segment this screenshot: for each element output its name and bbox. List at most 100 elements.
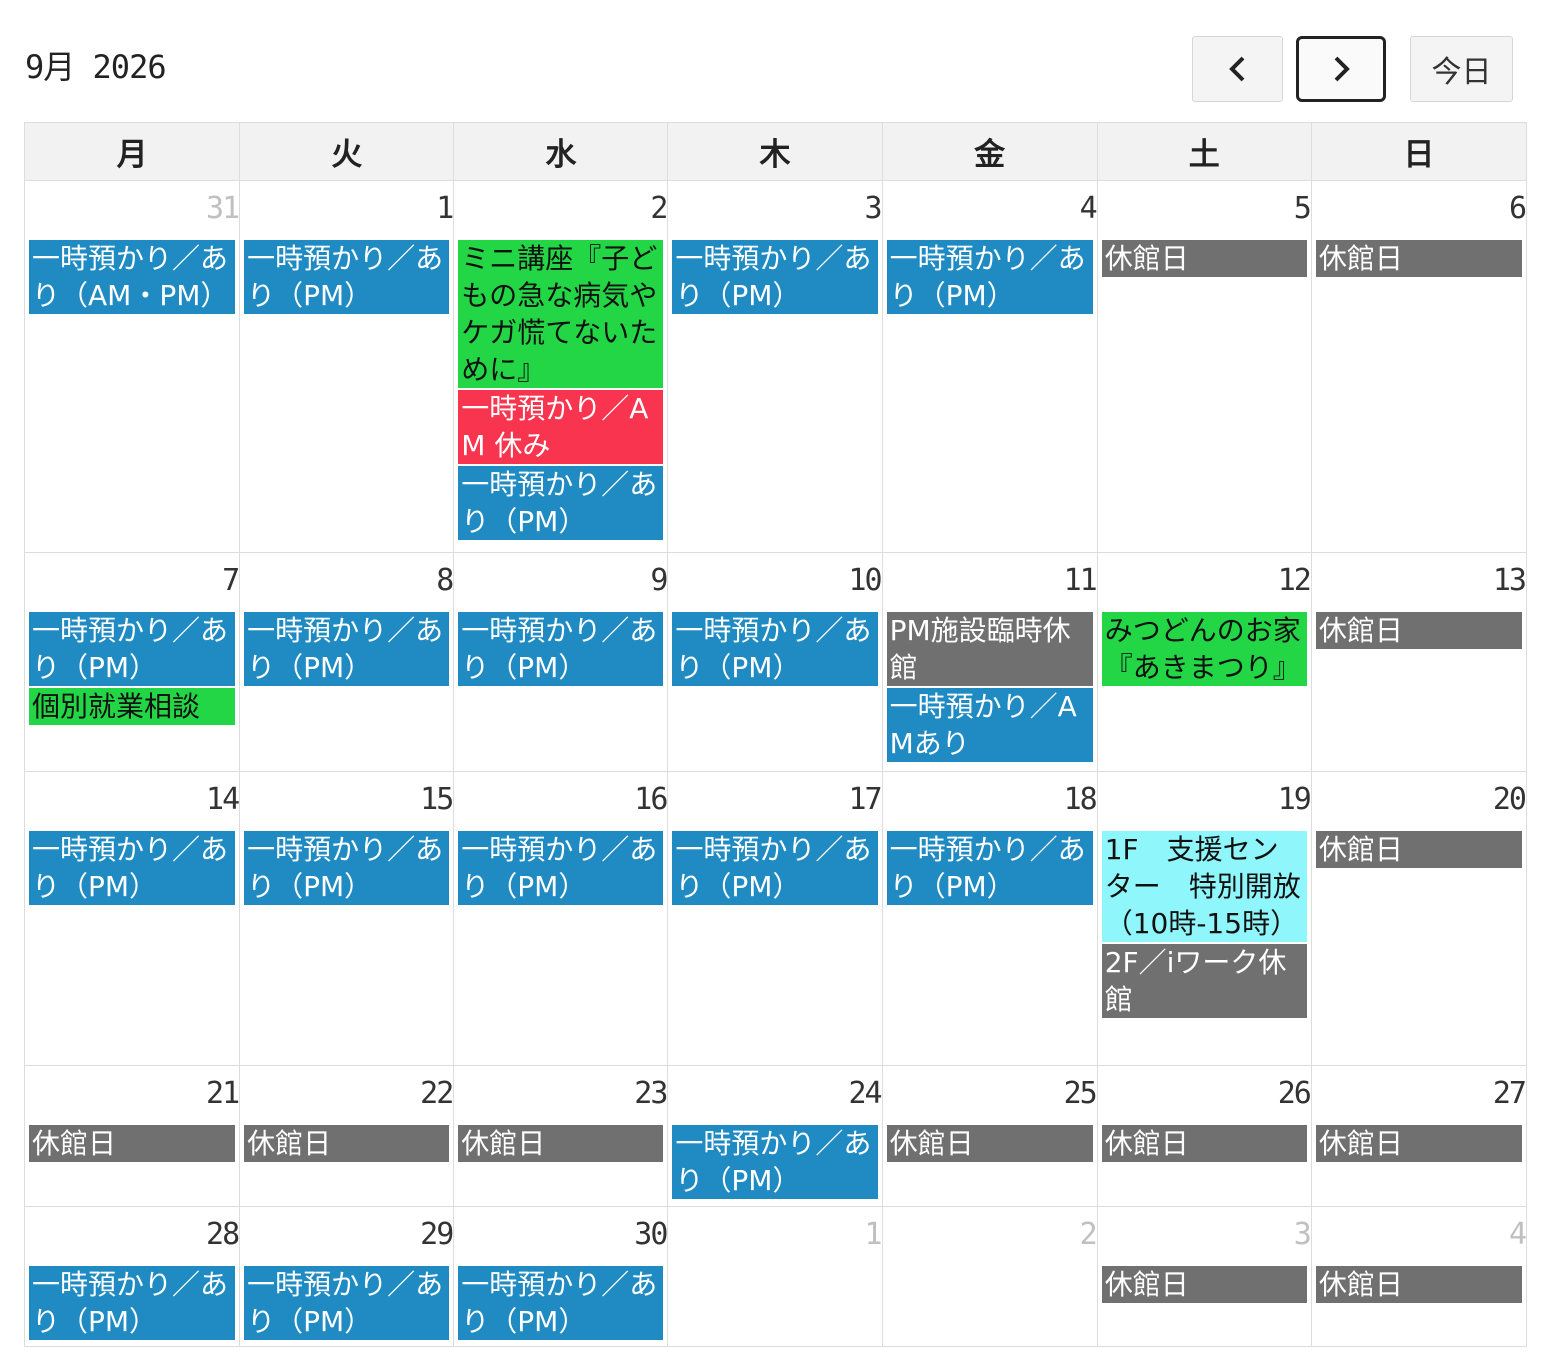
day-cell[interactable]: 20 休館日 — [1310, 771, 1527, 1066]
day-cell[interactable]: 26 休館日 — [1096, 1065, 1312, 1207]
day-cell[interactable]: 24 一時預かり／あり（PM） — [667, 1065, 883, 1207]
day-number[interactable]: 6 — [1312, 181, 1527, 226]
day-cell[interactable]: 5 休館日 — [1096, 180, 1312, 553]
calendar-event[interactable]: 一時預かり／あり（PM） — [29, 612, 236, 686]
next-month-button[interactable] — [1296, 36, 1386, 102]
calendar-event[interactable]: 休館日 — [244, 1125, 450, 1162]
day-number[interactable]: 16 — [454, 772, 668, 817]
calendar-event[interactable]: 2F／iワーク休館 — [1101, 944, 1307, 1018]
calendar-event[interactable]: 一時預かり／あり（PM） — [672, 831, 878, 905]
day-number[interactable]: 15 — [240, 772, 454, 817]
day-cell[interactable]: 10 一時預かり／あり（PM） — [667, 552, 883, 772]
day-number[interactable]: 28 — [25, 1207, 240, 1252]
day-cell[interactable]: 22 休館日 — [239, 1065, 454, 1207]
calendar-event[interactable]: 一時預かり／あり（PM） — [886, 831, 1093, 905]
calendar-event[interactable]: 一時預かり／あり（PM） — [244, 1266, 450, 1340]
day-number[interactable]: 4 — [1312, 1207, 1527, 1252]
day-cell[interactable]: 18 一時預かり／あり（PM） — [881, 771, 1098, 1066]
day-number[interactable]: 2 — [883, 1207, 1098, 1252]
calendar-event[interactable]: ミニ講座『子どもの急な病気やケガ慌てないために』 — [458, 240, 664, 388]
calendar-event[interactable]: 休館日 — [1315, 240, 1522, 277]
calendar-event[interactable]: PM施設臨時休館 — [886, 612, 1093, 686]
day-cell[interactable]: 4 一時預かり／あり（PM） — [881, 180, 1098, 553]
calendar-event[interactable]: 一時預かり／あり（PM） — [244, 612, 450, 686]
day-number[interactable]: 9 — [454, 553, 668, 598]
day-number[interactable]: 31 — [25, 181, 240, 226]
day-cell[interactable]: 27 休館日 — [1310, 1065, 1527, 1207]
prev-month-button[interactable] — [1192, 36, 1283, 102]
day-number[interactable]: 4 — [883, 181, 1098, 226]
day-cell[interactable]: 21 休館日 — [23, 1065, 240, 1207]
day-number[interactable]: 23 — [454, 1066, 668, 1111]
day-number[interactable]: 5 — [1098, 181, 1312, 226]
day-cell[interactable]: 1 一時預かり／あり（PM） — [239, 180, 454, 553]
day-cell[interactable]: 16 一時預かり／あり（PM） — [453, 771, 668, 1066]
day-number[interactable]: 21 — [25, 1066, 240, 1111]
day-cell[interactable]: 2 ミニ講座『子どもの急な病気やケガ慌てないために』 一時預かり／AM 休み 一時預か… — [453, 180, 668, 553]
calendar-event[interactable]: 一時預かり／あり（PM） — [672, 612, 878, 686]
day-cell[interactable]: 31 一時預かり／あり（AM・PM） — [23, 180, 240, 553]
day-cell[interactable]: 13 休館日 — [1310, 552, 1527, 772]
calendar-event[interactable]: 休館日 — [458, 1125, 664, 1162]
calendar-event[interactable]: 休館日 — [886, 1125, 1093, 1162]
day-number[interactable]: 14 — [25, 772, 240, 817]
calendar-event[interactable]: 一時預かり／あり（PM） — [458, 466, 664, 540]
day-number[interactable]: 27 — [1312, 1066, 1527, 1111]
calendar-event[interactable]: 休館日 — [1101, 1125, 1307, 1162]
calendar-event[interactable]: 個別就業相談 — [29, 688, 236, 725]
day-cell[interactable]: 4 休館日 — [1310, 1206, 1527, 1347]
day-cell[interactable]: 3 一時預かり／あり（PM） — [667, 180, 883, 553]
day-cell[interactable]: 17 一時預かり／あり（PM） — [667, 771, 883, 1066]
calendar-event[interactable]: 一時預かり／あり（PM） — [458, 612, 664, 686]
day-number[interactable]: 3 — [1098, 1207, 1312, 1252]
calendar-event[interactable]: 休館日 — [29, 1125, 236, 1162]
calendar-event[interactable]: 一時預かり／あり（PM） — [244, 240, 450, 314]
calendar-event[interactable]: 休館日 — [1315, 612, 1522, 649]
day-number[interactable]: 11 — [883, 553, 1098, 598]
today-button[interactable]: 今日 — [1410, 36, 1513, 102]
day-number[interactable]: 29 — [240, 1207, 454, 1252]
day-cell[interactable]: 19 1F 支援センター 特別開放（10時-15時） 2F／iワーク休館 — [1096, 771, 1312, 1066]
day-cell[interactable]: 25 休館日 — [881, 1065, 1098, 1207]
calendar-event[interactable]: 一時預かり／あり（PM） — [29, 1266, 236, 1340]
calendar-event[interactable]: 休館日 — [1315, 1266, 1522, 1303]
calendar-event[interactable]: 一時預かり／あり（PM） — [244, 831, 450, 905]
calendar-event[interactable]: 一時預かり／あり（PM） — [672, 1125, 878, 1199]
day-cell[interactable]: 2 — [881, 1206, 1098, 1347]
day-number[interactable]: 20 — [1312, 772, 1527, 817]
day-number[interactable]: 2 — [454, 181, 668, 226]
day-cell[interactable]: 1 — [667, 1206, 883, 1347]
day-number[interactable]: 19 — [1098, 772, 1312, 817]
calendar-event[interactable]: 一時預かり／あり（PM） — [672, 240, 878, 314]
day-number[interactable]: 8 — [240, 553, 454, 598]
day-cell[interactable]: 30 一時預かり／あり（PM） — [453, 1206, 668, 1347]
day-cell[interactable]: 12 みつどんのお家『あきまつり』 — [1096, 552, 1312, 772]
day-cell[interactable]: 14 一時預かり／あり（PM） — [23, 771, 240, 1066]
calendar-event[interactable]: 休館日 — [1315, 1125, 1522, 1162]
day-number[interactable]: 26 — [1098, 1066, 1312, 1111]
day-number[interactable]: 13 — [1312, 553, 1527, 598]
calendar-event[interactable]: 1F 支援センター 特別開放（10時-15時） — [1101, 831, 1307, 942]
calendar-event[interactable]: みつどんのお家『あきまつり』 — [1101, 612, 1307, 686]
day-cell[interactable]: 29 一時預かり／あり（PM） — [239, 1206, 454, 1347]
calendar-event[interactable]: 休館日 — [1101, 240, 1307, 277]
day-number[interactable]: 22 — [240, 1066, 454, 1111]
calendar-event[interactable]: 休館日 — [1315, 831, 1522, 868]
day-number[interactable]: 1 — [240, 181, 454, 226]
day-number[interactable]: 3 — [668, 181, 883, 226]
day-cell[interactable]: 3 休館日 — [1096, 1206, 1312, 1347]
day-number[interactable]: 1 — [668, 1207, 883, 1252]
calendar-event[interactable]: 一時預かり／あり（PM） — [458, 1266, 664, 1340]
day-cell[interactable]: 11 PM施設臨時休館 一時預かり／AMあり — [881, 552, 1098, 772]
calendar-event[interactable]: 一時預かり／あり（AM・PM） — [29, 240, 236, 314]
day-number[interactable]: 30 — [454, 1207, 668, 1252]
day-cell[interactable]: 28 一時預かり／あり（PM） — [23, 1206, 240, 1347]
calendar-event[interactable]: 一時預かり／あり（PM） — [886, 240, 1093, 314]
day-cell[interactable]: 9 一時預かり／あり（PM） — [453, 552, 668, 772]
day-number[interactable]: 10 — [668, 553, 882, 598]
day-cell[interactable]: 7 一時預かり／あり（PM） 個別就業相談 — [23, 552, 240, 772]
day-cell[interactable]: 23 休館日 — [453, 1065, 668, 1207]
day-number[interactable]: 7 — [25, 553, 240, 598]
day-cell[interactable]: 15 一時預かり／あり（PM） — [239, 771, 454, 1066]
calendar-event[interactable]: 一時預かり／AM 休み — [458, 390, 664, 464]
